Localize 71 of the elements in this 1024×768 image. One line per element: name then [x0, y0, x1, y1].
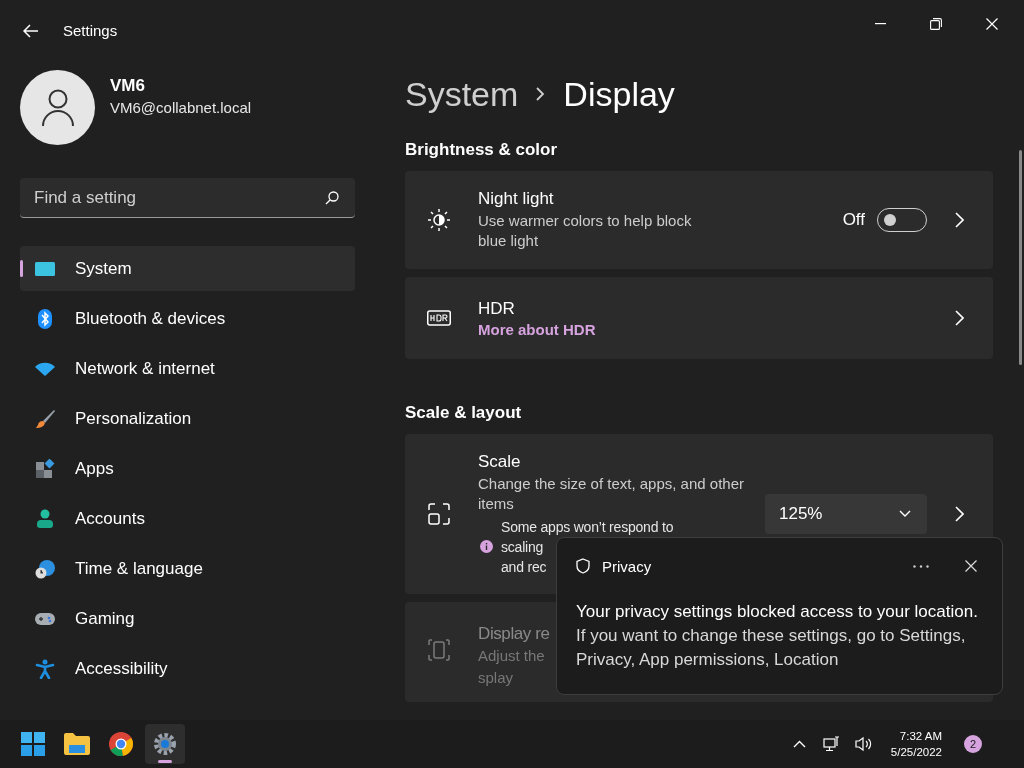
brightness-icon [427, 208, 451, 232]
nav-item[interactable]: Bluetooth & devices [20, 296, 355, 341]
chevron-right-icon [954, 506, 964, 522]
more-link[interactable]: More about HDR [478, 320, 596, 338]
person-silhouette-icon [40, 88, 75, 127]
taskbar-app[interactable] [145, 724, 185, 764]
minimize-icon [874, 23, 886, 25]
chevron-right-icon [954, 310, 964, 326]
nav-item[interactable]: Gaming [20, 596, 355, 641]
restore-icon [930, 18, 942, 30]
paintbrush-icon [35, 408, 55, 429]
network-icon [822, 736, 841, 752]
person-icon [35, 508, 55, 529]
info-icon [480, 540, 493, 553]
setting-description: Change the size of text, apps, and other items [478, 473, 745, 514]
window-title: Settings [63, 21, 118, 41]
night-light-card[interactable]: Night light Use warmer colors to help block blue light Off [405, 171, 993, 269]
setting-title: Display re [478, 624, 550, 644]
nav-item[interactable]: System [20, 246, 355, 291]
section-heading: Scale & layout [405, 403, 523, 423]
breadcrumb-item: Display [563, 74, 675, 114]
clock[interactable]: 7:32 AM 5/25/2022 [890, 728, 942, 760]
setting-description: Adjust the [478, 646, 546, 666]
globe-clock-icon [35, 558, 55, 579]
nav-item[interactable]: Accounts [20, 496, 355, 541]
hdr-card[interactable]: HDR More about HDR [405, 277, 993, 359]
chevron-right-icon [536, 87, 546, 101]
folder-icon [64, 733, 90, 755]
section-heading: Brightness & color [405, 140, 559, 160]
scale-icon [427, 502, 451, 526]
setting-description: splay [478, 668, 515, 688]
breadcrumb-item[interactable]: System [405, 74, 519, 114]
setting-title: HDR [478, 298, 515, 319]
accessibility-icon [35, 658, 55, 679]
display-icon [427, 638, 451, 662]
chevron-up-icon [793, 740, 807, 748]
notification-badge[interactable]: 2 [964, 735, 982, 753]
warning-text: scaling [501, 537, 544, 557]
search-field[interactable]: Find a setting [20, 178, 355, 218]
close-icon [986, 18, 998, 30]
scrollbar-thumb[interactable] [1019, 150, 1022, 365]
shield-icon [576, 558, 590, 574]
chevron-down-icon [899, 510, 911, 518]
toast-title: Privacy [602, 557, 652, 575]
warning-text: and rec [501, 557, 547, 577]
bluetooth-icon [35, 308, 55, 329]
setting-description: Use warmer colors to help block blue light [478, 211, 693, 251]
search-icon [325, 191, 339, 205]
browser-icon [109, 732, 133, 756]
back-arrow-icon [23, 24, 39, 38]
user-name: VM6 [110, 75, 146, 96]
nav-item[interactable]: Apps [20, 446, 355, 491]
nav-item[interactable]: Accessibility [20, 646, 355, 691]
nav-item[interactable]: Time & language [20, 546, 355, 591]
scale-dropdown[interactable]: 125% [765, 494, 927, 534]
windows-logo-icon [21, 732, 45, 756]
nav-item[interactable]: Network & internet [20, 346, 355, 391]
apps-icon [35, 458, 55, 479]
speaker-icon [854, 736, 873, 752]
gear-icon [153, 732, 177, 756]
nav-item[interactable]: Personalization [20, 396, 355, 441]
toast-headline: Your privacy settings blocked access to your location. [576, 601, 979, 623]
user-email: VM6@collabnet.local [110, 98, 252, 116]
chevron-right-icon [954, 212, 964, 228]
toast-message: If you want to change these settings, go to Settings, Privacy, App permissions, Location [576, 625, 967, 671]
ellipsis-icon [913, 564, 929, 568]
toggle-state-label: Off [842, 210, 865, 230]
setting-title: Night light [478, 189, 554, 209]
close-icon [965, 560, 977, 572]
warning-text: Some apps won’t respond to [501, 517, 674, 537]
setting-title: Scale [478, 451, 521, 472]
